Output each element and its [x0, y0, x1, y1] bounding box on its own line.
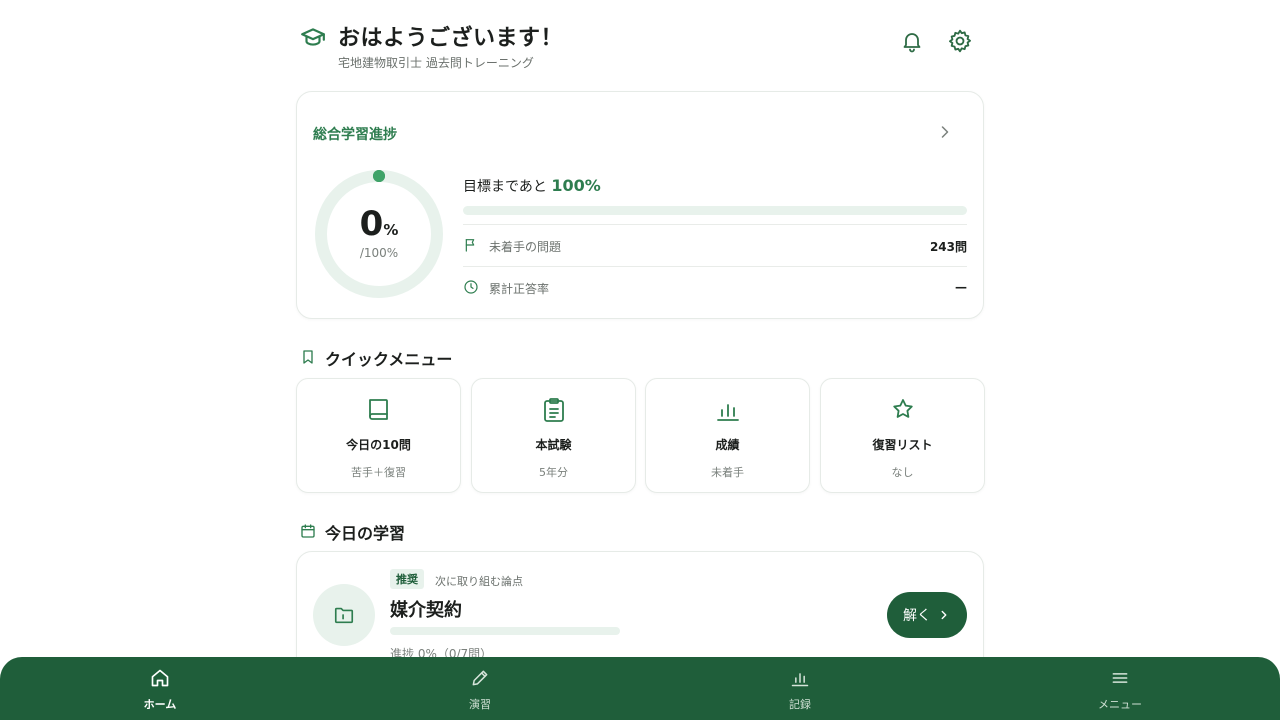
gear-icon [949, 29, 971, 53]
bell-icon [903, 33, 921, 53]
quick-menu-results[interactable]: 成績 未着手 [645, 378, 810, 493]
bar-chart-icon [791, 673, 809, 687]
goal-remaining-value: 100% [551, 176, 601, 195]
star-icon [893, 399, 913, 418]
nav-practice[interactable]: 演習 [420, 657, 540, 720]
quick-menu-label: 成績 [715, 438, 740, 452]
quick-menu-review-list[interactable]: 復習リスト なし [820, 378, 985, 493]
recommended-badge: 推奨 [390, 569, 424, 589]
notifications-button[interactable] [897, 26, 927, 56]
progress-percent-unit: % [383, 221, 399, 239]
next-topic-note: 次に取り組む論点 [435, 575, 523, 588]
quick-menu-today10[interactable]: 今日の10問 苦手＋復習 [296, 378, 461, 493]
home-screen: おはようございます！ 宅地建物取引士 過去問トレーニング 総合学習進捗 0% /… [0, 0, 1280, 720]
clipboard-icon [544, 398, 564, 422]
bookmark-icon [303, 350, 313, 364]
quick-menu-label: 本試験 [535, 438, 572, 452]
divider [463, 224, 967, 225]
quick-menu-label: 今日の10問 [346, 438, 411, 452]
nav-menu[interactable]: メニュー [1060, 657, 1180, 720]
graduation-cap-icon [301, 28, 325, 46]
folder-icon [334, 607, 354, 624]
home-icon [151, 669, 169, 687]
flag-icon [465, 239, 475, 252]
nav-label: メニュー [1098, 698, 1142, 711]
solve-button-label: 解く [903, 608, 931, 624]
progress-percent: 0% [313, 204, 445, 244]
greeting-title: おはようございます！ [338, 26, 564, 51]
progress-percent-value: 0 [359, 204, 384, 244]
nav-home[interactable]: ホーム [100, 657, 220, 720]
bottom-nav: ホーム 演習 記録 メニュー [0, 657, 1280, 720]
nav-label: 演習 [469, 698, 491, 711]
quick-menu-sublabel: 未着手 [711, 466, 744, 479]
overall-progress-card[interactable]: 総合学習進捗 0% /100% 目標まであと 100% 未着手の問題 243問 [296, 91, 984, 319]
clock-icon [464, 280, 478, 294]
quick-menu-sublabel: 5年分 [539, 466, 568, 479]
quick-menu-mock-exam[interactable]: 本試験 5年分 [471, 378, 636, 493]
progress-ring-marker [373, 170, 385, 182]
quick-menu-sublabel: なし [891, 466, 914, 479]
today-study-title: 今日の学習 [325, 524, 406, 543]
stat-label-accuracy: 累計正答率 [489, 282, 550, 296]
chevron-right-icon [941, 610, 947, 620]
divider [463, 266, 967, 267]
quick-menu-label: 復習リスト [872, 438, 933, 452]
solve-button[interactable]: 解く [887, 592, 967, 638]
book-icon [369, 399, 388, 420]
topic-title: 媒介契約 [390, 600, 462, 621]
goal-prefix: 目標まであと [463, 179, 547, 195]
header: おはようございます！ 宅地建物取引士 過去問トレーニング [296, 16, 984, 76]
goal-progress-bar [463, 206, 967, 215]
chevron-right-icon[interactable] [935, 122, 955, 142]
bar-chart-icon [717, 404, 739, 421]
stat-label-unstarted: 未着手の問題 [489, 240, 562, 254]
pencil-icon [472, 670, 488, 686]
topic-progress-bar [390, 627, 620, 635]
topic-icon-circle [313, 584, 375, 646]
stat-value-unstarted: 243問 [929, 240, 967, 254]
progress-total: /100% [359, 246, 399, 260]
goal-remaining-text: 目標まであと 100% [463, 176, 601, 196]
calendar-icon [301, 524, 315, 538]
menu-icon [1112, 673, 1128, 683]
settings-button[interactable] [945, 26, 975, 56]
nav-label: 記録 [789, 698, 811, 711]
nav-label: ホーム [143, 698, 177, 711]
quick-menu-title: クイックメニュー [325, 350, 453, 369]
quick-menu-sublabel: 苦手＋復習 [351, 466, 406, 479]
app-subtitle: 宅地建物取引士 過去問トレーニング [338, 56, 534, 70]
stat-value-accuracy: — [955, 280, 967, 294]
progress-card-title: 総合学習進捗 [313, 127, 397, 143]
nav-records[interactable]: 記録 [740, 657, 860, 720]
